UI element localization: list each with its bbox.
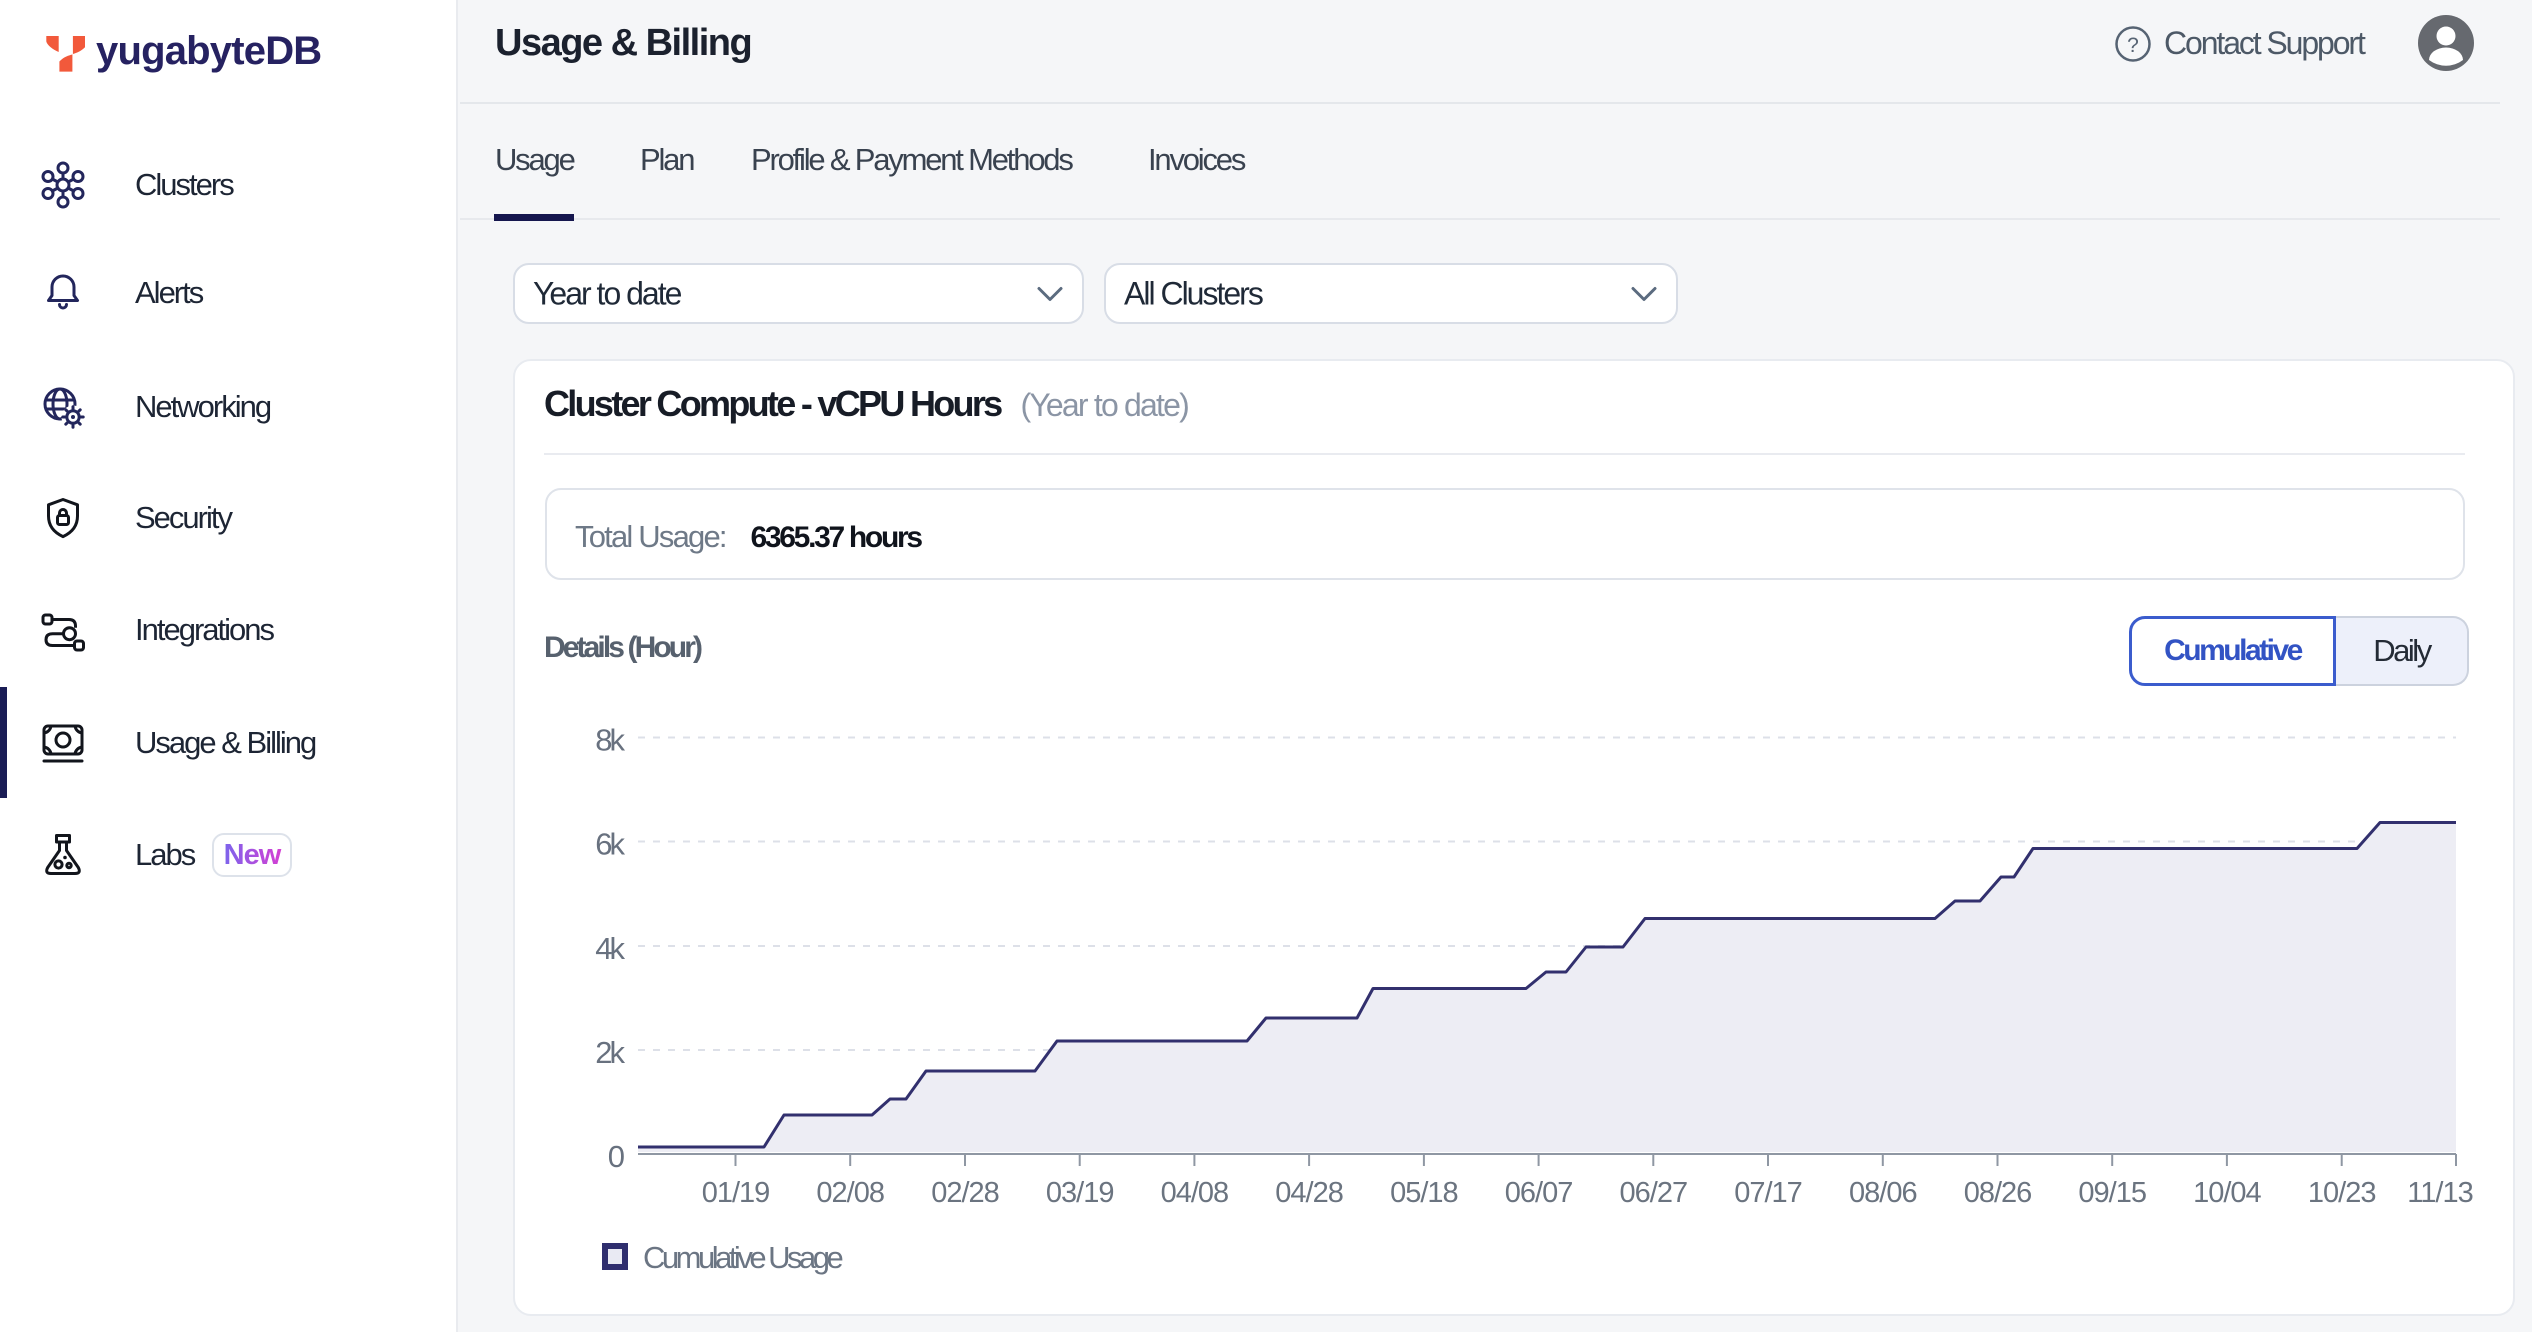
- svg-text:10/04: 10/04: [2193, 1177, 2261, 1209]
- svg-text:4k: 4k: [595, 931, 625, 966]
- svg-text:01/19: 01/19: [702, 1177, 770, 1209]
- svg-text:2k: 2k: [595, 1035, 625, 1070]
- svg-text:06/27: 06/27: [1620, 1177, 1688, 1209]
- svg-text:02/08: 02/08: [816, 1177, 884, 1209]
- svg-text:02/28: 02/28: [931, 1177, 999, 1209]
- svg-text:10/23: 10/23: [2308, 1177, 2376, 1209]
- svg-text:07/17: 07/17: [1734, 1177, 1802, 1209]
- svg-text:04/28: 04/28: [1275, 1177, 1343, 1209]
- svg-text:8k: 8k: [595, 723, 625, 758]
- svg-text:08/26: 08/26: [1964, 1177, 2032, 1209]
- svg-text:?: ?: [2127, 34, 2139, 57]
- svg-text:0: 0: [608, 1139, 625, 1174]
- svg-text:04/08: 04/08: [1161, 1177, 1229, 1209]
- svg-text:06/07: 06/07: [1505, 1177, 1573, 1209]
- svg-text:05/18: 05/18: [1390, 1177, 1458, 1209]
- svg-text:03/19: 03/19: [1046, 1177, 1114, 1209]
- svg-text:11/13: 11/13: [2407, 1177, 2472, 1209]
- svg-text:6k: 6k: [595, 827, 625, 862]
- svg-text:09/15: 09/15: [2078, 1177, 2146, 1209]
- svg-text:08/06: 08/06: [1849, 1177, 1917, 1209]
